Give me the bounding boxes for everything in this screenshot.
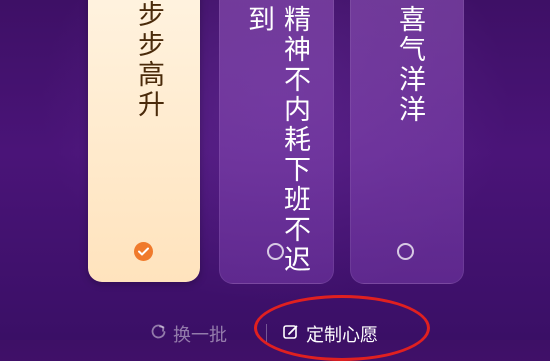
annotation-circle <box>254 295 430 361</box>
wish-card-2[interactable]: 精神不内耗下班不迟到 <box>219 0 334 284</box>
radio-icon[interactable] <box>397 243 414 260</box>
wish-card-text: 步步高升 <box>133 0 164 120</box>
wish-card-text: 精神不内耗下班不迟到 <box>243 5 310 275</box>
radio-icon[interactable] <box>267 243 284 260</box>
check-icon <box>134 242 153 261</box>
wish-card-1[interactable]: 步步高升 <box>88 0 200 282</box>
wish-card-text: 喜气洋洋 <box>394 5 425 125</box>
refresh-icon <box>150 323 167 345</box>
swap-batch-label: 换一批 <box>173 325 227 346</box>
swap-batch-button[interactable]: 换一批 <box>150 321 227 347</box>
wish-card-3[interactable]: 喜气洋洋 <box>350 0 464 284</box>
